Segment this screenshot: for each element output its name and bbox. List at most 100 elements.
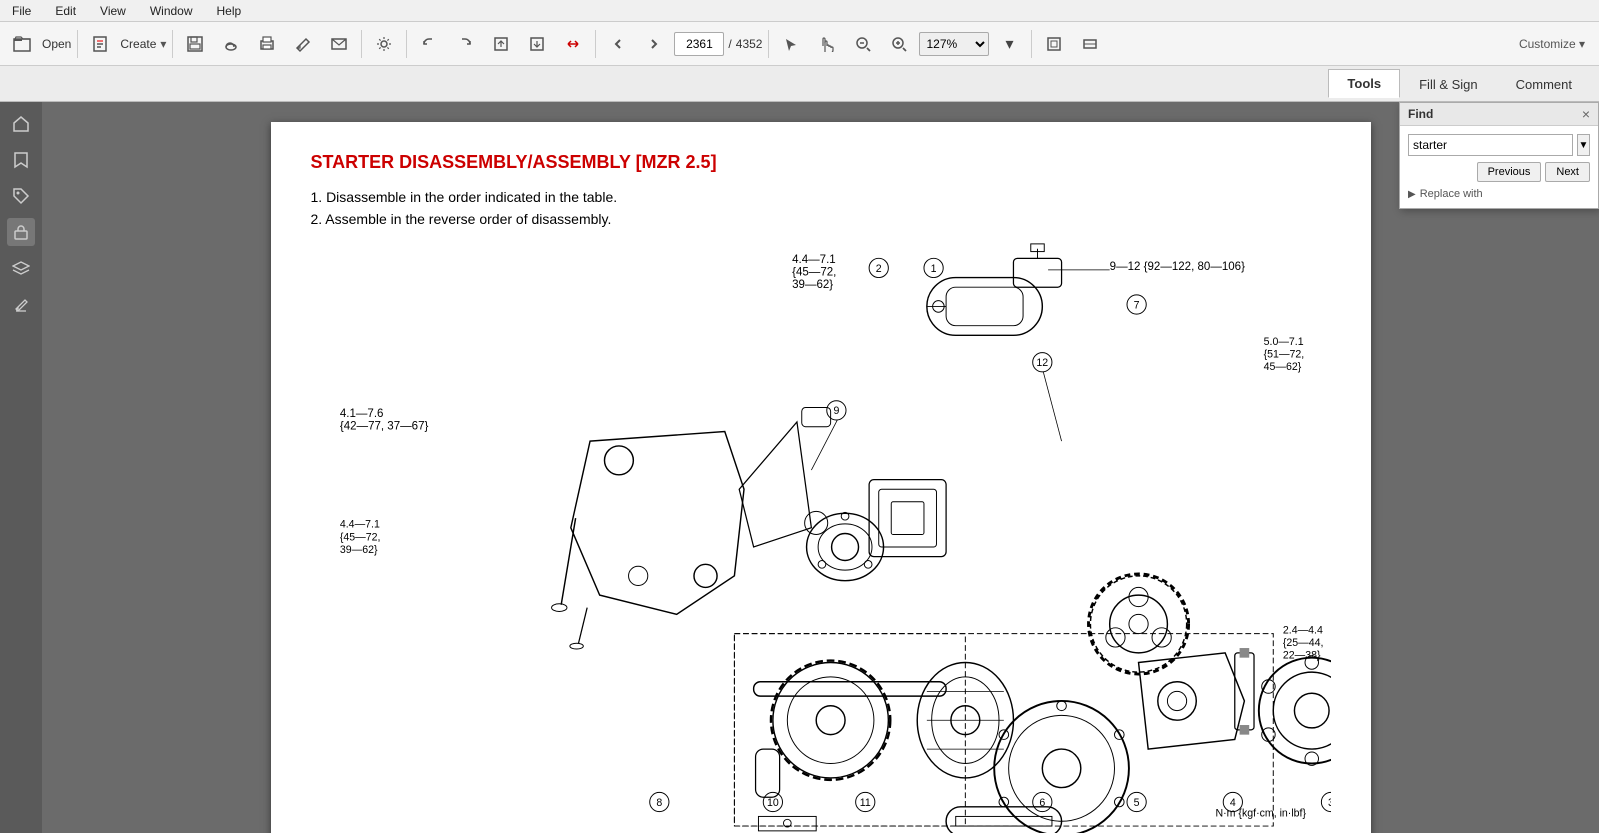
prev-page-button[interactable] — [602, 28, 634, 60]
find-dropdown-button[interactable]: ▼ — [1577, 134, 1590, 156]
fit-page-button[interactable] — [1038, 28, 1070, 60]
sidebar-icon-lock[interactable] — [7, 218, 35, 246]
svg-text:{25—44,: {25—44, — [1282, 637, 1323, 649]
instruction-2: 2. Assemble in the reverse order of disa… — [311, 211, 1331, 227]
toolbar: Open Create ▾ — [0, 22, 1599, 66]
undo-button[interactable] — [413, 28, 445, 60]
diagram-area: 4.4—7.1 {45—72, 39—62} 1 2 7 12 — [311, 237, 1331, 833]
zoom-dropdown-button[interactable]: ▾ — [993, 28, 1025, 60]
find-previous-button[interactable]: Previous — [1477, 162, 1542, 182]
import-button[interactable] — [521, 28, 553, 60]
menu-window[interactable]: Window — [146, 2, 197, 20]
convert-button[interactable] — [557, 28, 589, 60]
zoom-in-button[interactable] — [883, 28, 915, 60]
menu-edit[interactable]: Edit — [51, 2, 80, 20]
svg-text:N·m {kgf·cm, in·lbf}: N·m {kgf·cm, in·lbf} — [1215, 807, 1306, 819]
left-sidebar — [0, 102, 42, 833]
create-label[interactable]: Create — [120, 37, 156, 51]
svg-text:7: 7 — [1133, 299, 1139, 311]
select-tool-button[interactable] — [775, 28, 807, 60]
menu-help[interactable]: Help — [213, 2, 246, 20]
page-current-input[interactable] — [674, 32, 724, 56]
main-area: STARTER DISASSEMBLY/ASSEMBLY [MZR 2.5] 1… — [0, 102, 1599, 833]
page-total: 4352 — [736, 37, 763, 51]
find-panel: Find × ▼ Previous Next ▶ Replace with — [1399, 102, 1599, 209]
technical-diagram: 4.4—7.1 {45—72, 39—62} 1 2 7 12 — [311, 237, 1331, 833]
tab-fill-sign[interactable]: Fill & Sign — [1400, 70, 1497, 98]
svg-text:10: 10 — [766, 797, 778, 809]
svg-text:{45—72,: {45—72, — [339, 531, 380, 543]
find-replace-row[interactable]: ▶ Replace with — [1408, 188, 1590, 200]
svg-text:3: 3 — [1328, 797, 1331, 809]
separator-7 — [1031, 30, 1032, 58]
find-close-button[interactable]: × — [1582, 107, 1590, 121]
separator-3 — [361, 30, 362, 58]
svg-text:11: 11 — [859, 797, 870, 809]
find-input-row: ▼ — [1408, 134, 1590, 156]
find-next-button[interactable]: Next — [1545, 162, 1590, 182]
svg-text:45—62}: 45—62} — [1263, 361, 1301, 373]
hand-tool-button[interactable] — [811, 28, 843, 60]
svg-text:{51—72,: {51—72, — [1263, 348, 1304, 360]
svg-text:4.4—7.1: 4.4—7.1 — [339, 519, 379, 531]
menu-view[interactable]: View — [96, 2, 130, 20]
svg-text:1: 1 — [930, 263, 936, 275]
find-header: Find × — [1400, 103, 1598, 126]
sidebar-icon-edit[interactable] — [7, 290, 35, 318]
sidebar-icon-home[interactable] — [7, 110, 35, 138]
svg-text:8: 8 — [656, 797, 662, 809]
svg-text:9: 9 — [833, 405, 839, 417]
svg-text:4.4—7.1: 4.4—7.1 — [792, 254, 836, 266]
svg-text:4.1—7.6: 4.1—7.6 — [339, 408, 383, 420]
save-button[interactable] — [179, 28, 211, 60]
svg-text:39—62}: 39—62} — [339, 544, 377, 556]
separator-1 — [77, 30, 78, 58]
svg-text:2.4—4.4: 2.4—4.4 — [1282, 625, 1322, 637]
email-button[interactable] — [323, 28, 355, 60]
svg-text:5.0—7.1: 5.0—7.1 — [1263, 336, 1303, 348]
menubar: File Edit View Window Help — [0, 0, 1599, 22]
menu-file[interactable]: File — [8, 2, 35, 20]
pdf-page: STARTER DISASSEMBLY/ASSEMBLY [MZR 2.5] 1… — [271, 122, 1371, 833]
find-search-input[interactable] — [1408, 134, 1573, 156]
next-page-button[interactable] — [638, 28, 670, 60]
separator-6 — [768, 30, 769, 58]
sidebar-icon-layers[interactable] — [7, 254, 35, 282]
pdf-area[interactable]: STARTER DISASSEMBLY/ASSEMBLY [MZR 2.5] 1… — [42, 102, 1599, 833]
create-dropdown[interactable]: ▾ — [160, 37, 166, 51]
print-button[interactable] — [251, 28, 283, 60]
instruction-1: 1. Disassemble in the order indicated in… — [311, 189, 1331, 205]
page-input-group: / 4352 — [674, 32, 762, 56]
tab-tools[interactable]: Tools — [1328, 69, 1400, 98]
svg-text:4: 4 — [1229, 797, 1235, 809]
customize-button[interactable]: Customize ▾ — [1511, 33, 1593, 55]
fit-width-button[interactable] — [1074, 28, 1106, 60]
sidebar-icon-bookmark[interactable] — [7, 146, 35, 174]
svg-text:9—12 {92—122, 80—106}: 9—12 {92—122, 80—106} — [1109, 261, 1244, 273]
separator-4 — [406, 30, 407, 58]
separator-2 — [172, 30, 173, 58]
open-label[interactable]: Open — [42, 37, 71, 51]
svg-text:39—62}: 39—62} — [792, 279, 833, 291]
find-title: Find — [1408, 107, 1433, 121]
settings-button[interactable] — [368, 28, 400, 60]
sidebar-icon-tag[interactable] — [7, 182, 35, 210]
zoom-select[interactable]: 127% 100% 75% 50% — [919, 32, 989, 56]
separator-5 — [595, 30, 596, 58]
find-buttons: Previous Next — [1408, 162, 1590, 182]
page-separator: / — [728, 37, 731, 51]
svg-text:5: 5 — [1133, 797, 1139, 809]
create-button[interactable] — [84, 28, 116, 60]
open-button[interactable] — [6, 28, 38, 60]
edit-button[interactable] — [287, 28, 319, 60]
cloud-button[interactable] — [215, 28, 247, 60]
page-title: STARTER DISASSEMBLY/ASSEMBLY [MZR 2.5] — [311, 152, 1331, 173]
tools-bar: Tools Fill & Sign Comment — [0, 66, 1599, 102]
zoom-out-button[interactable] — [847, 28, 879, 60]
svg-text:{42—77, 37—67}: {42—77, 37—67} — [339, 421, 428, 433]
svg-text:{45—72,: {45—72, — [792, 267, 836, 279]
redo-button[interactable] — [449, 28, 481, 60]
tab-comment[interactable]: Comment — [1497, 70, 1591, 98]
svg-text:12: 12 — [1036, 357, 1048, 369]
export-button[interactable] — [485, 28, 517, 60]
